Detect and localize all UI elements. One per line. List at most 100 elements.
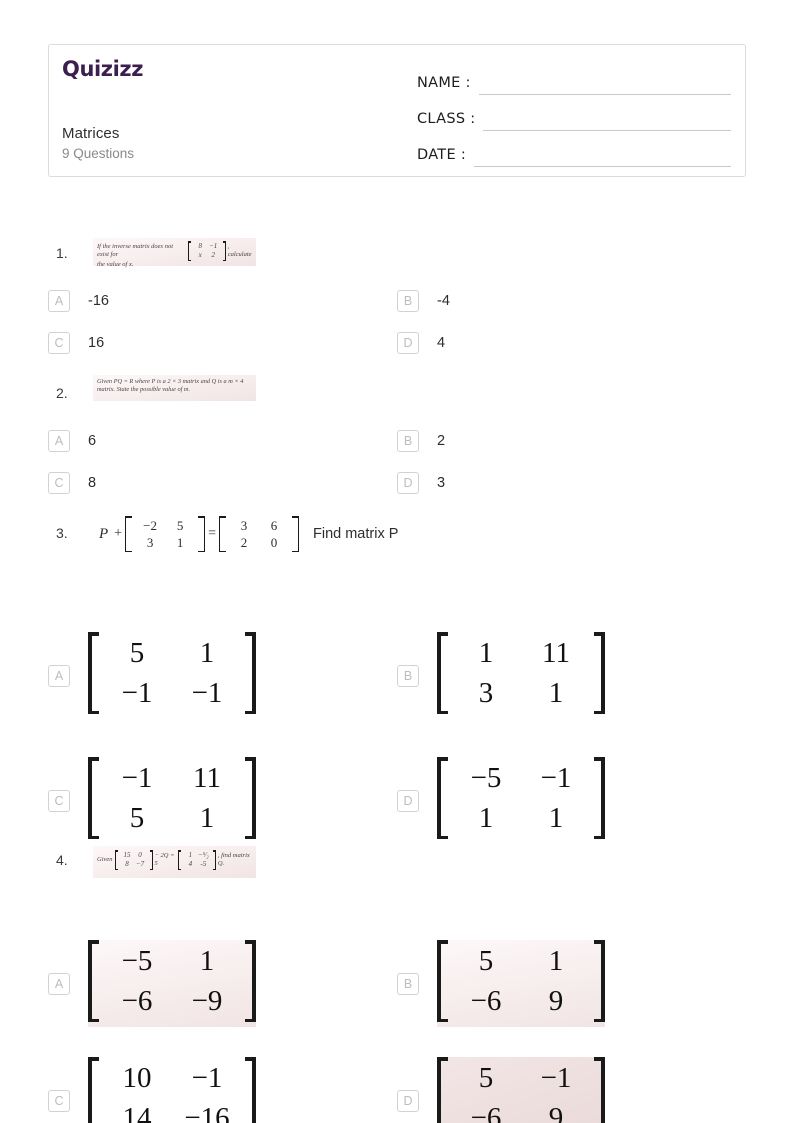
option-text: 6 (88, 433, 97, 449)
option-badge: D (397, 332, 419, 354)
question-1-stem-text-b: , calculate (227, 242, 252, 258)
matrix-cell: 3 (240, 518, 248, 533)
question-4-matrix-a: 15 0 8 −7 (114, 850, 153, 870)
matrix-cell: 1 (548, 802, 564, 834)
option-image: 10 −1 14 −16 (88, 1057, 256, 1123)
option-badge: D (397, 1089, 419, 1112)
option-image: −1 11 5 1 (88, 757, 256, 844)
matrix-cell: 1 (548, 945, 564, 977)
matrix-cell: 1 (199, 802, 215, 834)
question-4-option-d[interactable]: D 5 −1 −6 9 (397, 1057, 605, 1123)
question-2-option-a[interactable]: A 6 (48, 430, 96, 452)
matrix-cell: 5 (478, 1062, 494, 1094)
matrix-cell: −1 (540, 762, 572, 794)
date-input[interactable] (474, 145, 731, 167)
header-fields: NAME : CLASS : DATE : (417, 61, 731, 169)
question-count: 9 Questions (62, 146, 135, 161)
matrix-cell: 2 (211, 251, 215, 259)
worksheet-page: Quizizz Matrices 9 Questions NAME : CLAS… (0, 0, 794, 1123)
matrix-cell: −1 (540, 1062, 572, 1094)
page-title: Matrices (62, 125, 120, 142)
question-1-option-d[interactable]: D 4 (397, 332, 445, 354)
question-4-option-c[interactable]: C 10 −1 14 −16 (48, 1057, 256, 1123)
option-matrix: −5 1 −6 −9 (88, 940, 256, 1022)
option-image: 1 11 31 (437, 632, 605, 719)
matrix-cell: 6 (270, 518, 278, 533)
date-field-label: DATE : (417, 147, 467, 163)
matrix-cell: −5 (470, 762, 502, 794)
matrix-cell: 14 (122, 1102, 152, 1123)
matrix-cell: −9 (191, 985, 223, 1017)
question-4-option-a[interactable]: A −5 1 −6 −9 (48, 940, 256, 1027)
question-1-stem: If the inverse matrix does not exist for… (93, 238, 256, 268)
option-badge: B (397, 972, 419, 995)
class-field-label: CLASS : (417, 111, 476, 127)
date-field-row: DATE : (417, 133, 731, 167)
name-input[interactable] (478, 73, 731, 95)
question-4-matrix-b: 1 −⁵⁄₂ 4 -5 (177, 850, 216, 870)
option-text: 16 (88, 335, 105, 351)
question-2-option-c[interactable]: C 8 (48, 472, 96, 494)
equation-plus: + (114, 526, 123, 541)
question-1-option-b[interactable]: B -4 (397, 290, 450, 312)
matrix-cell: 11 (542, 637, 570, 669)
option-text: 4 (437, 335, 446, 351)
question-3-stem-suffix: Find matrix P (312, 526, 399, 542)
matrix-cell: 8 (198, 242, 202, 250)
name-field-row: NAME : (417, 61, 731, 95)
option-text: 3 (437, 475, 446, 491)
option-badge: B (397, 664, 419, 687)
question-2-option-d[interactable]: D 3 (397, 472, 445, 494)
question-4-stem-mid: − 2Q = 5 (154, 851, 175, 867)
option-image: 5 1 −1 −1 (88, 632, 256, 719)
matrix-cell: −16 (184, 1102, 230, 1123)
question-3-number: 3. (56, 525, 68, 541)
matrix-cell: 1 (548, 677, 564, 709)
option-text: 2 (437, 433, 446, 449)
question-1-option-a[interactable]: A -16 (48, 290, 109, 312)
question-3-option-c[interactable]: C −1 11 5 1 (48, 757, 256, 844)
option-matrix: 5 −1 −6 9 (437, 1057, 605, 1123)
question-4-option-b[interactable]: B 5 1 −6 9 (397, 940, 605, 1027)
matrix-cell: 3 (146, 535, 154, 550)
matrix-cell: 1 (199, 637, 215, 669)
matrix-cell: 1 (188, 851, 193, 859)
matrix-cell: 4 (188, 860, 193, 868)
question-3-option-b[interactable]: B 1 11 31 (397, 632, 605, 719)
question-3-option-a[interactable]: A 5 1 −1 −1 (48, 632, 256, 719)
question-3-equation: P + −2 5 3 1 = 3 6 2 0 (96, 516, 299, 552)
option-matrix: 5 1 −1 −1 (88, 632, 256, 714)
class-input[interactable] (483, 109, 731, 131)
matrix-cell: 9 (548, 1102, 564, 1123)
question-3-matrix-a: −2 5 3 1 (125, 516, 206, 552)
matrix-cell: 15 (123, 851, 131, 859)
matrix-cell: −7 (135, 860, 145, 868)
question-4-stem: Given 15 0 8 −7 − 2Q = 5 1 −⁵⁄₂ 4 -5 , f… (93, 846, 256, 878)
option-badge: B (397, 430, 419, 452)
matrix-cell: −1 (191, 677, 223, 709)
matrix-cell: 3 (478, 677, 494, 709)
matrix-cell: −1 (209, 242, 218, 250)
worksheet-header: Quizizz Matrices 9 Questions NAME : CLAS… (48, 44, 746, 177)
option-badge: C (48, 472, 70, 494)
matrix-cell: 5 (129, 637, 145, 669)
matrix-cell: -5 (200, 860, 207, 868)
option-matrix: −5 −1 1 1 (437, 757, 605, 839)
option-matrix: 5 1 −6 9 (437, 940, 605, 1022)
option-badge: C (48, 1089, 70, 1112)
matrix-cell: −⁵⁄₂ (197, 851, 209, 859)
question-1-option-c[interactable]: C 16 (48, 332, 104, 354)
question-4-number: 4. (56, 852, 68, 868)
matrix-cell: 11 (193, 762, 221, 794)
option-text: -4 (437, 293, 450, 309)
matrix-cell: 2 (240, 535, 248, 550)
question-2-option-b[interactable]: B 2 (397, 430, 445, 452)
matrix-cell: 5 (129, 802, 145, 834)
option-badge: A (48, 430, 70, 452)
question-3-option-d[interactable]: D −5 −1 1 1 (397, 757, 605, 844)
question-2-stem-text-a: Given PQ = R where P is a 2 × 3 matrix a… (97, 378, 244, 385)
option-image: 5 1 −6 9 (437, 940, 605, 1027)
matrix-cell: −6 (470, 1102, 502, 1123)
question-4-stem-suffix: , find matrix Q. (217, 851, 250, 867)
question-2-stem-text-b: matrix. State the possible value of m. (97, 385, 191, 393)
